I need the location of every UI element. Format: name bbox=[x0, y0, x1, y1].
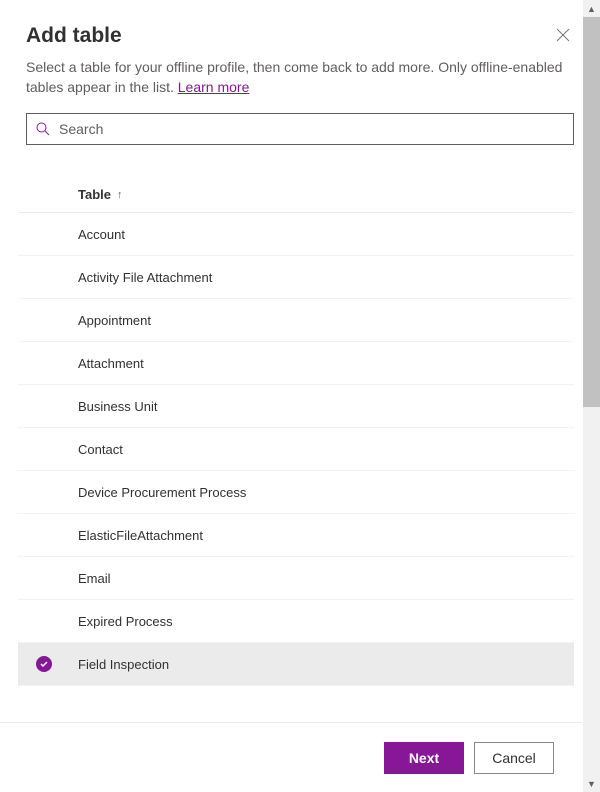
table-row[interactable]: Attachment bbox=[18, 342, 574, 385]
table-row[interactable]: ElasticFileAttachment bbox=[18, 514, 574, 557]
search-box[interactable] bbox=[26, 113, 574, 145]
dialog-description: Select a table for your offline profile,… bbox=[26, 58, 574, 97]
learn-more-link[interactable]: Learn more bbox=[178, 79, 250, 95]
table-list: Table ↑ AccountActivity File AttachmentA… bbox=[18, 177, 574, 686]
search-input[interactable] bbox=[59, 121, 565, 137]
table-row[interactable]: Activity File Attachment bbox=[18, 256, 574, 299]
description-text: Select a table for your offline profile,… bbox=[26, 59, 562, 95]
table-row[interactable]: Business Unit bbox=[18, 385, 574, 428]
scrollbar-thumb[interactable] bbox=[583, 17, 600, 407]
rows-container: Account Activity File Attachment Appointme… bbox=[18, 213, 574, 686]
cancel-button[interactable]: Cancel bbox=[474, 742, 554, 774]
dialog-title: Add table bbox=[26, 24, 122, 48]
row-label: Contact bbox=[78, 442, 123, 457]
checkmark-icon bbox=[36, 656, 52, 672]
row-label: Activity File Attachment bbox=[78, 270, 212, 285]
table-row[interactable]: Account bbox=[18, 213, 574, 256]
table-row[interactable]: Field Inspection bbox=[18, 643, 574, 686]
table-header[interactable]: Table ↑ bbox=[18, 177, 574, 213]
close-icon bbox=[556, 28, 570, 42]
next-button[interactable]: Next bbox=[384, 742, 464, 774]
search-icon bbox=[35, 121, 51, 137]
row-label: Device Procurement Process bbox=[78, 485, 246, 500]
scrollbar[interactable]: ▲ ▼ bbox=[583, 0, 600, 792]
row-label: Email bbox=[78, 571, 111, 586]
add-table-dialog: Add table Select a table for your offlin… bbox=[0, 0, 600, 722]
row-label: Business Unit bbox=[78, 399, 157, 414]
scroll-up-icon[interactable]: ▲ bbox=[583, 0, 600, 17]
dialog-footer: Next Cancel bbox=[0, 722, 582, 792]
table-row[interactable]: Contact bbox=[18, 428, 574, 471]
dialog-header: Add table bbox=[26, 24, 574, 58]
row-label: Appointment bbox=[78, 313, 151, 328]
scroll-down-icon[interactable]: ▼ bbox=[583, 775, 600, 792]
table-row[interactable]: Appointment bbox=[18, 299, 574, 342]
row-checkbox-cell[interactable] bbox=[36, 656, 78, 672]
close-button[interactable] bbox=[552, 24, 574, 46]
row-label: Attachment bbox=[78, 356, 144, 371]
table-row[interactable]: Email bbox=[18, 557, 574, 600]
sort-ascending-icon: ↑ bbox=[117, 189, 123, 201]
table-row[interactable]: Expired Process bbox=[18, 600, 574, 643]
table-header-label: Table bbox=[78, 187, 111, 202]
row-label: Expired Process bbox=[78, 614, 173, 629]
table-row[interactable]: Device Procurement Process bbox=[18, 471, 574, 514]
row-label: Field Inspection bbox=[78, 657, 169, 672]
row-label: Account bbox=[78, 227, 125, 242]
row-label: ElasticFileAttachment bbox=[78, 528, 203, 543]
